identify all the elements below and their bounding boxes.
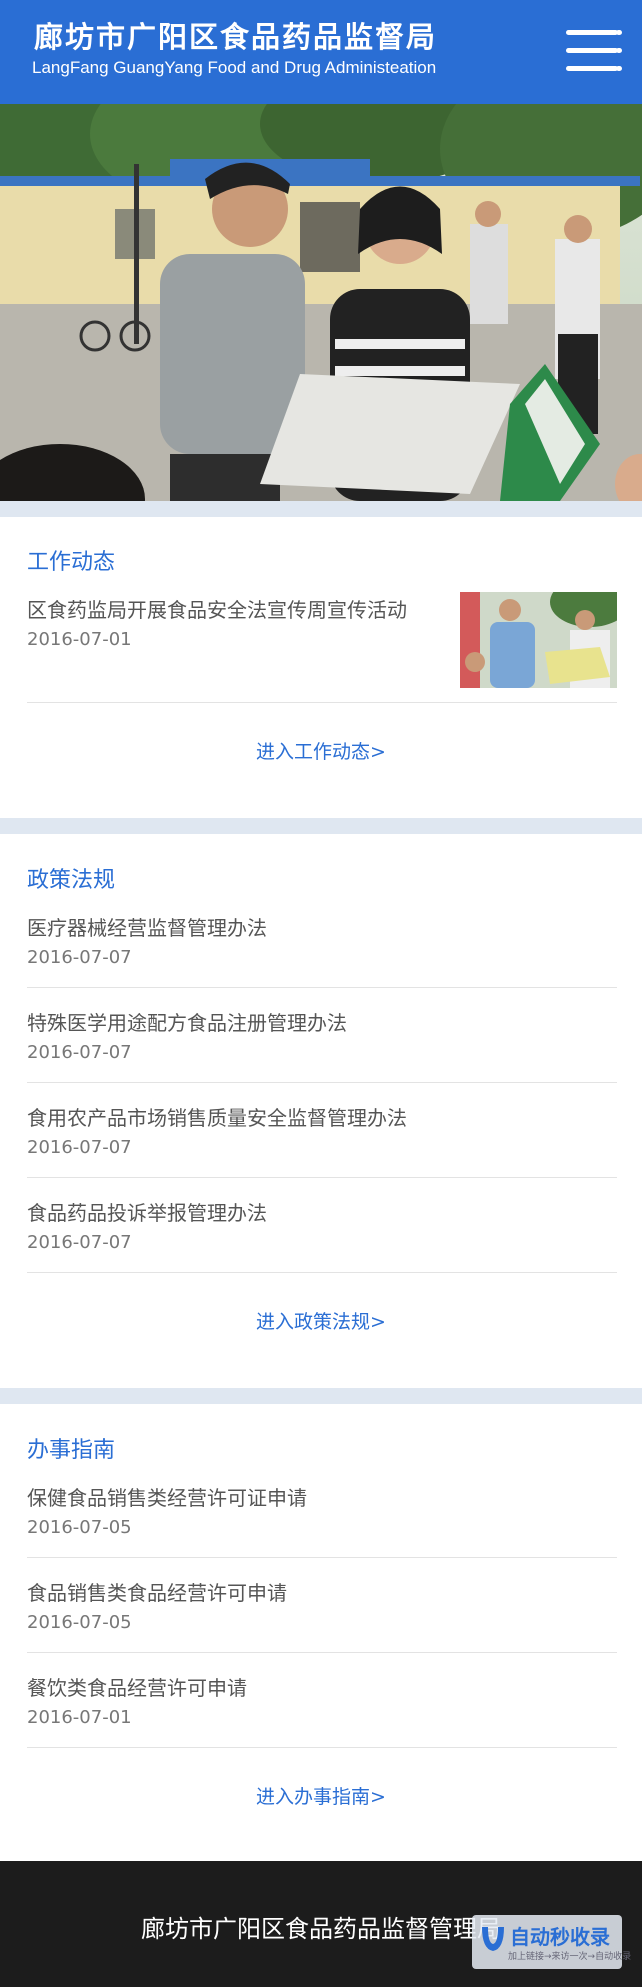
site-header: 廊坊市广阳区食品药品监督局 LangFang GuangYang Food an…	[0, 0, 642, 104]
policy-item-title[interactable]: 食品药品投诉举报管理办法	[27, 1197, 617, 1226]
policy-item[interactable]: 医疗器械经营监督管理办法 2016-07-07	[27, 912, 617, 968]
divider	[27, 1082, 617, 1083]
policy-title[interactable]: 政策法规	[27, 862, 115, 894]
policy-item[interactable]: 食品药品投诉举报管理办法 2016-07-07	[27, 1197, 617, 1253]
news-item-date: 2016-07-01	[27, 629, 132, 650]
divider	[27, 1177, 617, 1178]
guide-item-date: 2016-07-01	[27, 1707, 132, 1728]
watermark-logo-icon	[482, 1927, 504, 1951]
divider	[27, 1747, 617, 1748]
divider	[27, 1272, 617, 1273]
site-title[interactable]: 廊坊市广阳区食品药品监督局	[34, 14, 437, 56]
more-guide-link[interactable]: 进入办事指南>	[0, 1782, 642, 1809]
divider	[27, 987, 617, 988]
news-item[interactable]: 区食药监局开展食品安全法宣传周宣传活动 2016-07-01	[27, 594, 457, 650]
section-gap	[0, 1388, 642, 1404]
hamburger-menu-icon[interactable]	[566, 30, 622, 72]
more-policy-link[interactable]: 进入政策法规>	[0, 1307, 642, 1334]
policy-item-date: 2016-07-07	[27, 1232, 132, 1253]
section-gap	[0, 818, 642, 834]
watermark-tagline: 加上链接→来访一次→自动收录	[508, 1952, 632, 1962]
news-item-title[interactable]: 区食药监局开展食品安全法宣传周宣传活动	[27, 594, 457, 623]
divider	[27, 702, 617, 703]
guide-item-title[interactable]: 餐饮类食品经营许可申请	[27, 1672, 617, 1701]
guide-item[interactable]: 保健食品销售类经营许可证申请 2016-07-05	[27, 1482, 617, 1538]
divider	[27, 1652, 617, 1653]
guide-item-title[interactable]: 保健食品销售类经营许可证申请	[27, 1482, 617, 1511]
more-work-news-link[interactable]: 进入工作动态>	[0, 737, 642, 764]
policy-item[interactable]: 食用农产品市场销售质量安全监督管理办法 2016-07-07	[27, 1102, 617, 1158]
guide-item-date: 2016-07-05	[27, 1517, 132, 1538]
guide-title[interactable]: 办事指南	[27, 1432, 115, 1464]
site-subtitle: LangFang GuangYang Food and Drug Adminis…	[32, 58, 437, 77]
work-news-title[interactable]: 工作动态	[27, 544, 115, 576]
policy-item-title[interactable]: 医疗器械经营监督管理办法	[27, 912, 617, 941]
policy-item-date: 2016-07-07	[27, 1042, 132, 1063]
policy-item-title[interactable]: 食用农产品市场销售质量安全监督管理办法	[27, 1102, 617, 1131]
guide-item[interactable]: 餐饮类食品经营许可申请 2016-07-01	[27, 1672, 617, 1728]
guide-item[interactable]: 食品销售类食品经营许可申请 2016-07-05	[27, 1577, 617, 1633]
news-thumbnail[interactable]	[460, 592, 617, 688]
policy-item-date: 2016-07-07	[27, 947, 132, 968]
watermark-name: 自动秒收录	[510, 1925, 610, 1949]
banner-photo	[0, 104, 642, 501]
divider	[27, 1557, 617, 1558]
watermark-badge: 自动秒收录 加上链接→来访一次→自动收录	[472, 1915, 631, 1969]
policy-item-title[interactable]: 特殊医学用途配方食品注册管理办法	[27, 1007, 617, 1036]
policy-item-date: 2016-07-07	[27, 1137, 132, 1158]
section-gap	[0, 501, 642, 517]
guide-item-date: 2016-07-05	[27, 1612, 132, 1633]
banner-carousel[interactable]	[0, 104, 642, 501]
policy-item[interactable]: 特殊医学用途配方食品注册管理办法 2016-07-07	[27, 1007, 617, 1063]
guide-item-title[interactable]: 食品销售类食品经营许可申请	[27, 1577, 617, 1606]
